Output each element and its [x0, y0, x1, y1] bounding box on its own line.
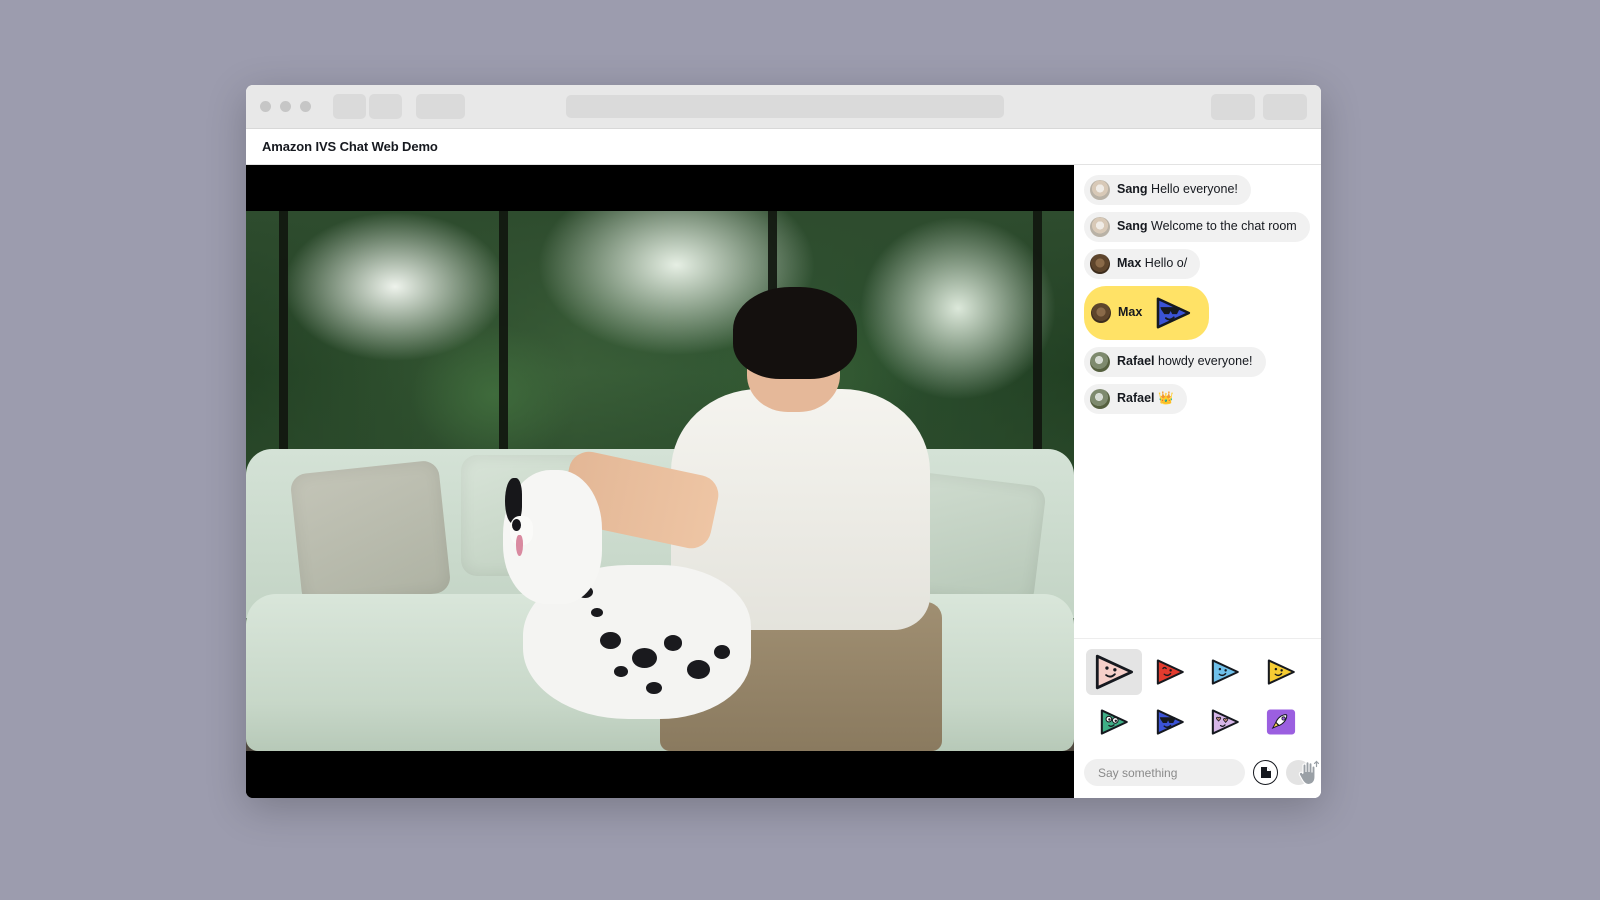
- chat-message-text: Max: [1118, 305, 1142, 321]
- avatar: [1090, 180, 1110, 200]
- chat-message[interactable]: Max Hello o/: [1084, 249, 1201, 279]
- blue-sunglasses-sticker-icon: [1157, 297, 1191, 329]
- sticker-option-green-wide-eyes[interactable]: [1086, 699, 1142, 745]
- maximize-window-icon[interactable]: [300, 101, 311, 112]
- chat-message-text: Sang Welcome to the chat room: [1117, 219, 1297, 234]
- chat-message-text: Rafael howdy everyone!: [1117, 354, 1253, 369]
- avatar: [1090, 352, 1110, 372]
- chat-message[interactable]: Rafael howdy everyone!: [1084, 347, 1266, 377]
- send-button[interactable]: [1286, 760, 1311, 785]
- browser-window: Amazon IVS Chat Web Demo Sang Hello ever…: [246, 85, 1321, 798]
- video-frame: [246, 211, 1074, 751]
- chat-message-text: Rafael 👑: [1117, 391, 1174, 406]
- blue-smile-sticker-icon: [1212, 659, 1240, 685]
- sticker-option-red-wink[interactable]: [1142, 649, 1198, 695]
- chat-message-username: Rafael: [1117, 391, 1155, 406]
- sticker-option-pink-smile[interactable]: [1086, 649, 1142, 695]
- chat-composer: [1074, 751, 1321, 798]
- sticker-option-lavender-heart-eyes[interactable]: [1198, 699, 1254, 745]
- page-title: Amazon IVS Chat Web Demo: [262, 139, 438, 154]
- blue-sunglasses-sticker-icon: [1156, 709, 1184, 735]
- sticker-option-yellow-smile[interactable]: [1253, 649, 1309, 695]
- sticker-row: [1086, 699, 1309, 745]
- window-traffic-lights: [260, 101, 311, 112]
- purple-rocket-sticker-icon: [1267, 709, 1296, 735]
- close-window-icon[interactable]: [260, 101, 271, 112]
- sticker-row: [1086, 649, 1309, 695]
- app-body: Sang Hello everyone! Sang Welcome to the …: [246, 165, 1321, 798]
- toolbar-button-1[interactable]: [1211, 93, 1255, 120]
- browser-tabs: [333, 94, 465, 119]
- chat-message[interactable]: Max: [1084, 286, 1210, 340]
- chat-message-username: Rafael: [1117, 354, 1155, 369]
- chat-message-username: Max: [1118, 305, 1143, 320]
- yellow-smile-sticker-icon: [1267, 659, 1295, 685]
- sticker-option-purple-rocket[interactable]: [1253, 699, 1309, 745]
- chat-message[interactable]: Sang Hello everyone!: [1084, 175, 1251, 205]
- chat-input[interactable]: [1084, 759, 1245, 786]
- chat-message-username: Max: [1117, 256, 1142, 271]
- chat-message-username: Sang: [1117, 182, 1148, 197]
- chat-message-sticker: [1153, 296, 1193, 330]
- tab-placeholder-3[interactable]: [416, 94, 465, 119]
- chat-panel: Sang Hello everyone! Sang Welcome to the …: [1074, 165, 1321, 798]
- video-letterbox-bottom: [246, 751, 1074, 798]
- chat-message-list[interactable]: Sang Hello everyone! Sang Welcome to the …: [1074, 165, 1321, 638]
- red-wink-sticker-icon: [1156, 659, 1184, 685]
- avatar: [1090, 217, 1110, 237]
- address-bar[interactable]: [566, 95, 1004, 118]
- video-scene-image: [246, 211, 1074, 751]
- green-wide-eyes-sticker-icon: [1100, 709, 1128, 735]
- chat-message[interactable]: Sang Welcome to the chat room: [1084, 212, 1310, 242]
- app-header: Amazon IVS Chat Web Demo: [246, 129, 1321, 165]
- chat-message-username: Sang: [1117, 219, 1148, 234]
- avatar: [1091, 303, 1111, 323]
- minimize-window-icon[interactable]: [280, 101, 291, 112]
- sticker-picker[interactable]: [1074, 638, 1321, 751]
- toolbar-button-2[interactable]: [1263, 93, 1307, 120]
- pink-smile-sticker-icon: [1095, 654, 1133, 690]
- browser-chrome-right: [1211, 93, 1307, 120]
- chat-message-text: Max Hello o/: [1117, 256, 1188, 271]
- avatar: [1090, 254, 1110, 274]
- sticker-option-blue-sunglasses[interactable]: [1142, 699, 1198, 745]
- sticker-toggle-button[interactable]: [1253, 760, 1278, 785]
- avatar: [1090, 389, 1110, 409]
- lavender-heart-eyes-sticker-icon: [1212, 709, 1240, 735]
- video-player[interactable]: [246, 165, 1074, 798]
- browser-chrome: [246, 85, 1321, 129]
- chat-message[interactable]: Rafael 👑: [1084, 384, 1187, 414]
- tab-placeholder-2[interactable]: [369, 94, 402, 119]
- chat-message-text: Sang Hello everyone!: [1117, 182, 1238, 197]
- tab-placeholder-1[interactable]: [333, 94, 366, 119]
- video-letterbox-top: [246, 165, 1074, 211]
- sticker-option-blue-smile[interactable]: [1198, 649, 1254, 695]
